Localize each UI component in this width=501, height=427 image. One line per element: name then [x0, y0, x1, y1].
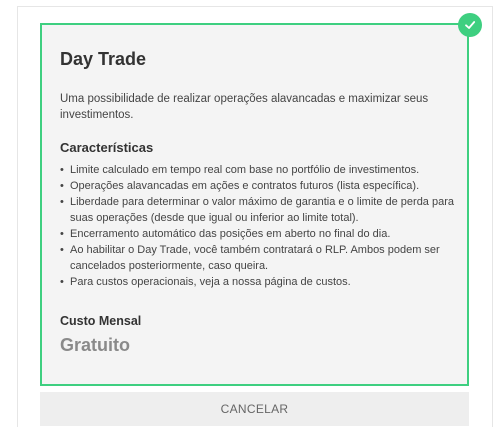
feature-item: Ao habilitar o Day Trade, você também co…: [60, 242, 460, 274]
features-heading: Características: [60, 140, 154, 155]
monthly-cost-value: Gratuito: [60, 335, 130, 355]
feature-item: Liberdade para determinar o valor máximo…: [60, 194, 460, 226]
feature-item: Operações alavancadas em ações e contrat…: [60, 178, 460, 194]
feature-item: Para custos operacionais, veja a nossa p…: [60, 274, 460, 290]
day-trade-plan-card[interactable]: Day Trade Uma possibilidade de realizar …: [40, 23, 469, 386]
plan-description: Uma possibilidade de realizar operações …: [60, 93, 429, 121]
cancel-button[interactable]: CANCELAR: [40, 392, 469, 426]
plan-title: Day Trade: [60, 49, 147, 69]
features-list: Limite calculado em tempo real com base …: [60, 162, 460, 290]
feature-item: Limite calculado em tempo real com base …: [60, 162, 460, 178]
check-icon: [465, 21, 476, 29]
selected-check-icon: [458, 13, 482, 37]
monthly-cost-label: Custo Mensal: [60, 314, 142, 328]
feature-item: Encerramento automático das posições em …: [60, 226, 460, 242]
